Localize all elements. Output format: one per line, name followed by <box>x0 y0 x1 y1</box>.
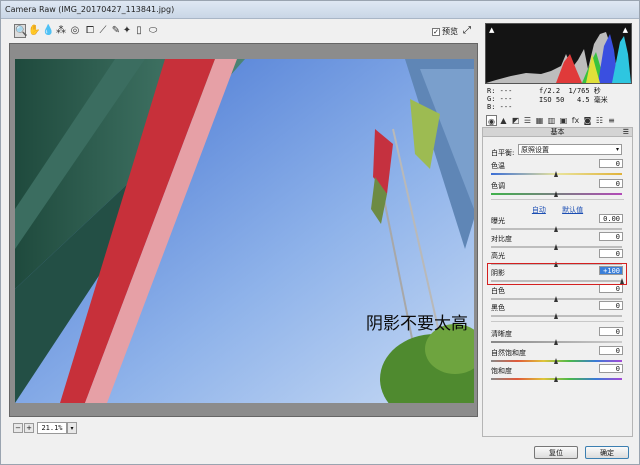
slider-exposure: 曝光 0.00 <box>483 214 632 234</box>
temperature-label: 色温 <box>491 162 505 170</box>
default-link[interactable]: 默认值 <box>562 206 583 214</box>
exposure-info: f/2.2 1/765 秒 ISO 50 4.5 毫米 <box>539 87 608 105</box>
annotation-text: 阴影不要太高 <box>366 314 468 334</box>
graduated-filter-tool-icon[interactable]: ⬭ <box>147 24 159 38</box>
white-balance-label: 白平衡: <box>491 149 515 157</box>
tint-slider-handle[interactable] <box>554 191 559 197</box>
camera-readout: R: --- G: --- B: --- f/2.2 1/765 秒 ISO 5… <box>487 87 633 113</box>
panel-tabs: ◉ ▲ ◩ ☰ ▦ ▥ ▣ fx ◙ ☷ ≡ <box>485 115 632 127</box>
white-balance-select[interactable]: 原照设置 ▾ <box>518 144 622 155</box>
divider <box>491 199 624 200</box>
panel-tab-5-icon[interactable]: ▥ <box>546 115 557 126</box>
shadow-clipping-icon[interactable]: ▲ <box>489 26 494 34</box>
aperture: f/2.2 <box>539 87 561 95</box>
blacks-label: 黑色 <box>491 304 505 312</box>
panel-tab-8-icon[interactable]: ◙ <box>582 115 593 126</box>
zoom-in-button[interactable]: + <box>24 423 34 433</box>
toolbar: 🔍 ✋ 💧 ⁂ ◎ ⧠ ⟋ ✎ ✦ ▯ ⬭ <box>9 23 475 41</box>
slider-vibrance: 自然饱和度 0 <box>483 346 632 366</box>
crop-tool-icon[interactable]: ⧠ <box>84 24 96 38</box>
slider-tint: 色调 0 <box>483 179 632 199</box>
whites-label: 白色 <box>491 287 505 295</box>
exposure-value-field[interactable]: 0.00 <box>599 214 623 223</box>
red-eye-tool-icon[interactable]: ✦ <box>121 24 133 38</box>
panel-tab-0-icon[interactable]: ◉ <box>486 115 497 126</box>
camera-raw-window: Camera Raw (IMG_20170427_113841.jpg) 🔍 ✋ 💧… <box>0 0 640 465</box>
panel-title: 基本 ☰ <box>483 128 632 137</box>
panel-tab-7-icon[interactable]: fx <box>570 115 581 126</box>
saturation-value-field[interactable]: 0 <box>599 364 623 373</box>
tint-label: 色调 <box>491 182 505 190</box>
ok-button[interactable]: 确定 <box>585 446 629 459</box>
saturation-slider-handle[interactable] <box>554 376 559 382</box>
zoom-dropdown-icon[interactable]: ▾ <box>67 422 77 434</box>
color-sampler-tool-icon[interactable]: ⁂ <box>55 24 67 38</box>
image-canvas[interactable]: 阴影不要太高 <box>9 43 478 417</box>
targeted-adjustment-tool-icon[interactable]: ◎ <box>69 24 81 38</box>
clarity-slider-handle[interactable] <box>554 339 559 345</box>
contrast-value-field[interactable]: 0 <box>599 232 623 241</box>
chevron-down-icon: ▾ <box>615 146 619 153</box>
preview-label: 预览 <box>442 27 458 36</box>
slider-temperature: 色温 0 <box>483 159 632 179</box>
auto-link[interactable]: 自动 <box>532 206 546 214</box>
straighten-tool-icon[interactable]: ⟋ <box>97 24 109 38</box>
panel-tab-6-icon[interactable]: ▣ <box>558 115 569 126</box>
highlights-value-field[interactable]: 0 <box>599 249 623 258</box>
divider <box>491 321 624 322</box>
preview-checkbox[interactable]: ✓ <box>432 27 440 36</box>
histogram-graph <box>486 32 631 83</box>
window-title: Camera Raw (IMG_20170427_113841.jpg) <box>5 5 175 14</box>
shadows-highlight-box <box>487 263 627 285</box>
blacks-value-field[interactable]: 0 <box>599 301 623 310</box>
panel-tab-2-icon[interactable]: ◩ <box>510 115 521 126</box>
temperature-value-field[interactable]: 0 <box>599 159 623 168</box>
tint-value-field[interactable]: 0 <box>599 179 623 188</box>
panel-tab-10-icon[interactable]: ≡ <box>606 115 617 126</box>
panel-tab-1-icon[interactable]: ▲ <box>498 115 509 126</box>
title-bar: Camera Raw (IMG_20170427_113841.jpg) <box>1 1 639 19</box>
slider-clarity: 清晰度 0 <box>483 327 632 347</box>
whites-value-field[interactable]: 0 <box>599 284 623 293</box>
vibrance-label: 自然饱和度 <box>491 349 526 357</box>
shutter-speed: 1/765 秒 <box>568 87 601 95</box>
preview-toggle[interactable]: ✓ 预览 <box>432 26 458 37</box>
zoom-out-button[interactable]: − <box>13 423 23 433</box>
adjustment-brush-tool-icon[interactable]: ▯ <box>133 24 145 38</box>
zoom-tool-icon[interactable]: 🔍 <box>14 24 27 38</box>
clarity-value-field[interactable]: 0 <box>599 327 623 336</box>
panel-tab-3-icon[interactable]: ☰ <box>522 115 533 126</box>
zoom-level[interactable]: 21.1% <box>37 422 67 434</box>
reset-button[interactable]: 复位 <box>534 446 578 459</box>
photo-preview <box>15 59 474 403</box>
white-balance-tool-icon[interactable]: 💧 <box>42 24 54 38</box>
panel-menu-icon[interactable]: ☰ <box>623 128 629 137</box>
iso: ISO 50 <box>539 96 565 104</box>
rgb-readout: R: --- G: --- B: --- <box>487 87 513 111</box>
slider-saturation: 饱和度 0 <box>483 364 632 384</box>
saturation-label: 饱和度 <box>491 367 512 375</box>
clarity-label: 清晰度 <box>491 330 512 338</box>
exposure-label: 曝光 <box>491 217 505 225</box>
hand-tool-icon[interactable]: ✋ <box>28 24 40 38</box>
contrast-label: 对比度 <box>491 235 512 243</box>
slider-blacks: 黑色 0 <box>483 301 632 321</box>
status-bar: − + 21.1% ▾ <box>9 421 478 437</box>
highlights-label: 高光 <box>491 252 505 260</box>
highlight-clipping-icon[interactable]: ▲ <box>623 26 628 34</box>
histogram: ▲ ▲ <box>485 23 632 84</box>
panel-tab-9-icon[interactable]: ☷ <box>594 115 605 126</box>
vibrance-value-field[interactable]: 0 <box>599 346 623 355</box>
photo-image <box>15 59 474 403</box>
blacks-slider-handle[interactable] <box>554 313 559 319</box>
fullscreen-icon[interactable]: ⤢ <box>461 25 473 37</box>
temperature-slider-handle[interactable] <box>554 171 559 177</box>
panel-tab-4-icon[interactable]: ▦ <box>534 115 545 126</box>
focal-length: 4.5 毫米 <box>576 96 608 104</box>
